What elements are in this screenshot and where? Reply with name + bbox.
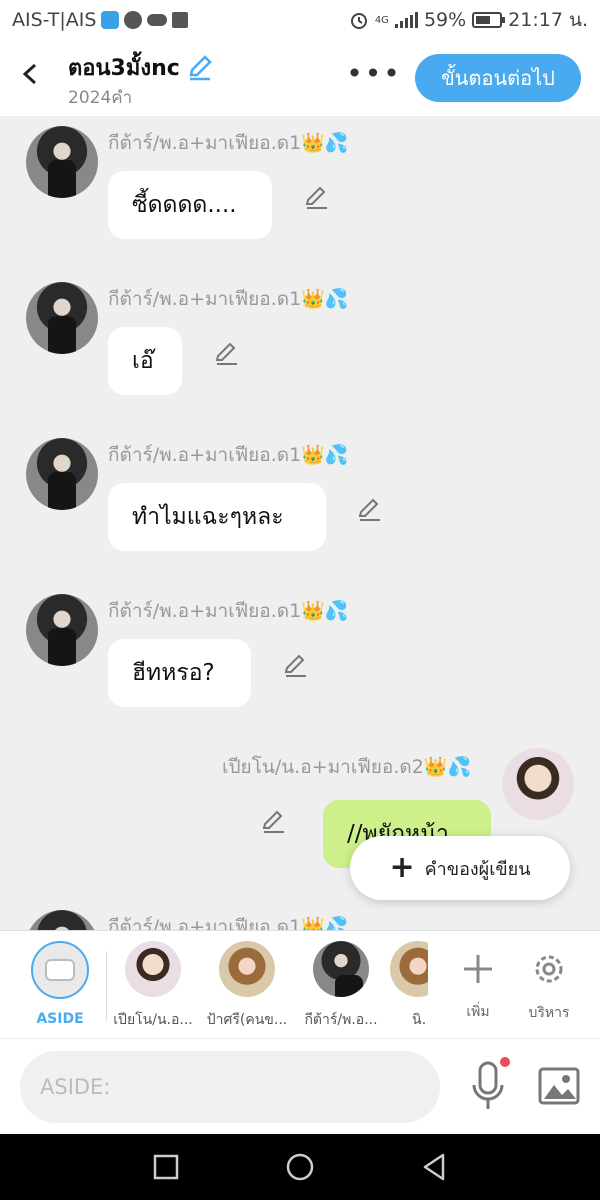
- character-selector: ASIDE เปียโน/น.อ... ป้าศรี(คนข... กีต้าร…: [0, 930, 600, 1038]
- avatar: [219, 941, 275, 997]
- image-icon[interactable]: [538, 1065, 580, 1107]
- manage-characters-button[interactable]: บริหาร: [514, 941, 584, 1024]
- edit-title-icon[interactable]: [186, 54, 214, 82]
- character-item[interactable]: ป้าศรี(คนข...: [202, 941, 292, 1031]
- avatar: [125, 941, 181, 997]
- character-aside[interactable]: ASIDE: [15, 941, 105, 1027]
- more-options-button[interactable]: •••: [346, 57, 400, 90]
- sender-name: กีต้าร์/พ.อ+มาเฟียอ.ด1👑💦: [108, 288, 349, 310]
- home-icon[interactable]: [284, 1151, 316, 1183]
- messenger-icon: [124, 11, 143, 29]
- edit-message-icon[interactable]: [282, 652, 310, 680]
- aside-avatar: [31, 941, 89, 999]
- message-bubble[interactable]: ทำไมแฉะๆหละ: [108, 483, 326, 551]
- composer: [0, 1038, 600, 1134]
- facebook-icon: [172, 12, 189, 28]
- character-item[interactable]: เปียโน/น.อ...: [108, 941, 198, 1031]
- chevron-left-icon: [22, 63, 37, 85]
- cloud-icon: [147, 14, 168, 26]
- avatar: [26, 282, 98, 354]
- avatar: [502, 748, 574, 820]
- character-label: ASIDE: [36, 1011, 84, 1027]
- character-item[interactable]: กีต้าร์/พ.อ...: [296, 941, 386, 1031]
- gear-icon: [535, 955, 563, 983]
- character-label: นิร: [412, 1012, 428, 1028]
- battery-percent: 59%: [423, 9, 467, 31]
- edit-message-icon[interactable]: [356, 496, 384, 524]
- character-item[interactable]: นิร: [390, 941, 428, 1031]
- avatar: [26, 910, 98, 930]
- message-bubble[interactable]: เอ๊: [108, 327, 182, 395]
- avatar: [313, 941, 369, 997]
- plus-icon: [464, 955, 492, 983]
- next-step-button[interactable]: ขั้นตอนต่อไป: [415, 54, 581, 102]
- edit-message-icon[interactable]: [303, 184, 331, 212]
- message-input[interactable]: [20, 1051, 440, 1123]
- back-nav-icon[interactable]: [418, 1151, 450, 1183]
- avatar: [26, 594, 98, 666]
- character-label: ป้าศรี(คนข...: [206, 1012, 288, 1028]
- sender-name: กีต้าร์/พ.อ+มาเฟียอ.ด1👑💦: [108, 444, 349, 466]
- recording-dot-indicator: [500, 1057, 510, 1067]
- add-label: เพิ่ม: [466, 1004, 490, 1020]
- episode-title-text: ตอน3มั้งnc: [68, 56, 180, 81]
- chat-area[interactable]: กีต้าร์/พ.อ+มาเฟียอ.ด1👑💦 ซี้ดดดด.... กีต…: [0, 116, 600, 930]
- recent-apps-icon[interactable]: [150, 1151, 182, 1183]
- message-bubble[interactable]: ฮีทหรอ?: [108, 639, 251, 707]
- edit-message-icon[interactable]: [260, 808, 288, 836]
- plus-icon: +: [389, 850, 415, 885]
- sender-name: กีต้าร์/พ.อ+มาเฟียอ.ด1👑💦: [108, 600, 349, 622]
- clock: 21:17 น.: [508, 9, 588, 31]
- divider: [106, 951, 107, 1021]
- author-note-button[interactable]: + คำของผู้เขียน: [350, 836, 570, 900]
- edit-message-icon[interactable]: [213, 340, 241, 368]
- app-notification-icon: [101, 11, 120, 29]
- character-label: กีต้าร์/พ.อ...: [304, 1012, 378, 1028]
- word-count: 2024คำ: [68, 88, 133, 108]
- back-button[interactable]: [14, 58, 46, 90]
- microphone-icon[interactable]: [466, 1059, 510, 1115]
- episode-title[interactable]: ตอน3มั้งnc: [68, 50, 214, 85]
- sender-name: กีต้าร์/พ.อ+มาเฟียอ.ด1👑💦: [108, 132, 349, 154]
- system-nav-bar: [0, 1134, 600, 1200]
- status-bar: AIS-T|AIS 4G 59% 21:17 น.: [0, 0, 600, 40]
- add-character-button[interactable]: เพิ่ม: [443, 941, 513, 1023]
- avatar: [26, 126, 98, 198]
- character-label: เปียโน/น.อ...: [113, 1012, 193, 1028]
- battery-icon: [472, 12, 506, 28]
- author-note-label: คำของผู้เขียน: [424, 858, 531, 880]
- avatar: [26, 438, 98, 510]
- avatar: [390, 941, 428, 997]
- alarm-icon: [350, 13, 367, 29]
- editor-header: ตอน3มั้งnc 2024คำ ••• ขั้นตอนต่อไป: [0, 40, 600, 116]
- chat-bubble-icon: [45, 959, 75, 981]
- network-label: 4G: [374, 14, 389, 26]
- carrier-label: AIS-T|AIS: [12, 9, 97, 31]
- sender-name: กีต้าร์/พ.อ+มาเฟียอ.ด1👑💦: [108, 916, 349, 930]
- sender-name: เปียโน/น.อ+มาเฟียอ.ด2👑💦: [222, 756, 472, 778]
- signal-icon: [394, 12, 418, 28]
- message-bubble[interactable]: ซี้ดดดด....: [108, 171, 272, 239]
- manage-label: บริหาร: [528, 1005, 570, 1021]
